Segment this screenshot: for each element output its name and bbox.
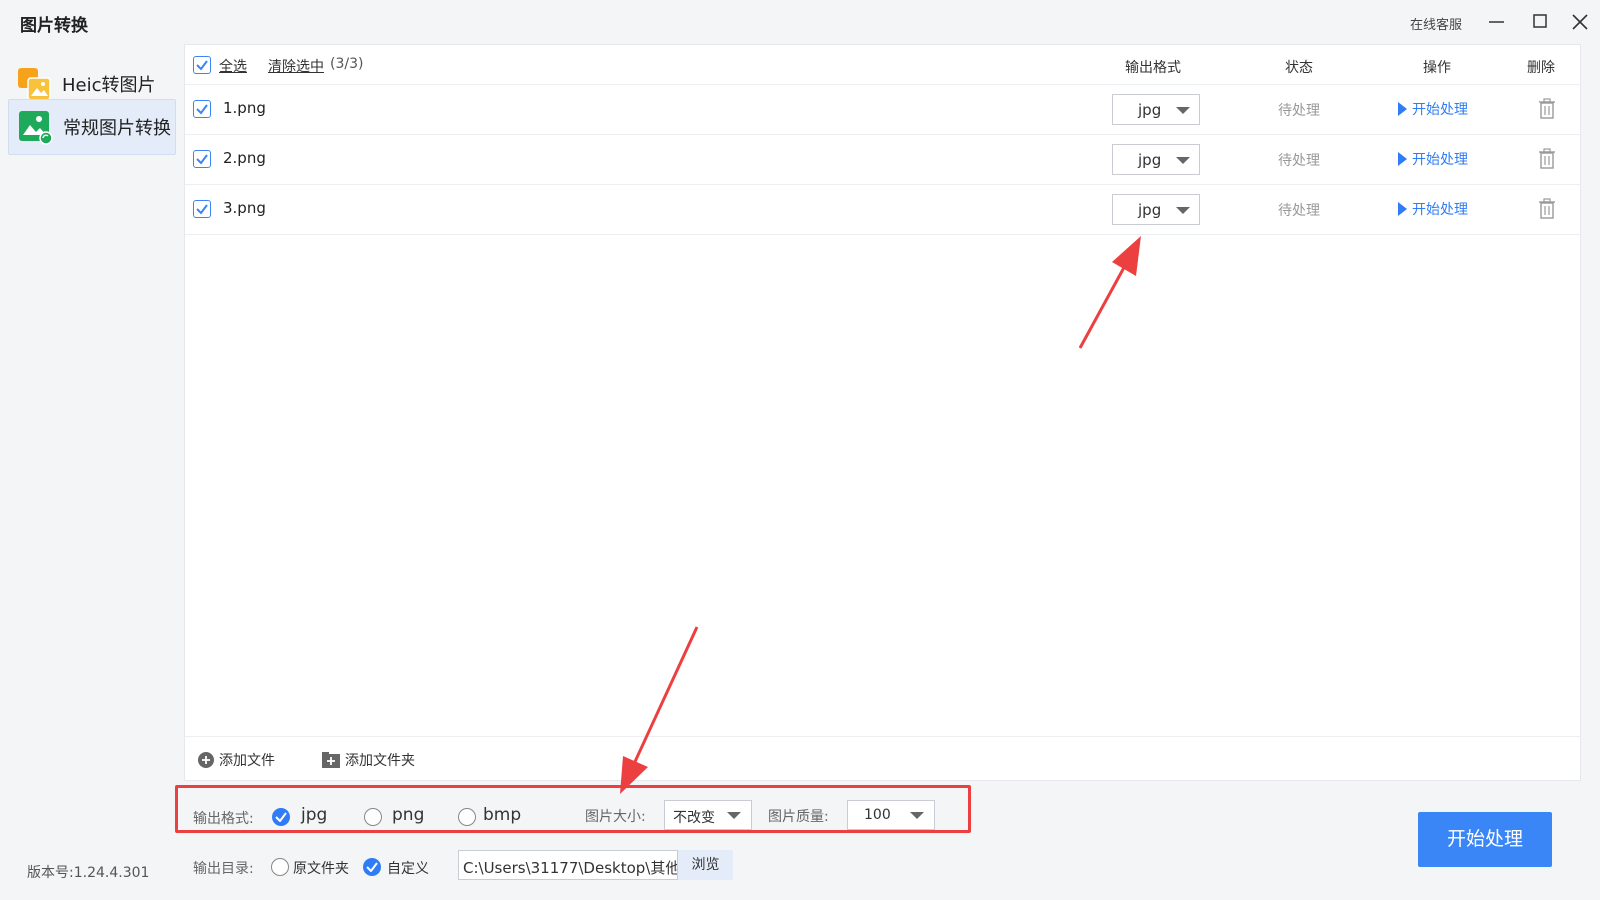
browse-button[interactable]: 浏览	[678, 850, 733, 880]
folder-plus-icon	[322, 752, 340, 768]
table-row: 2.png jpg 待处理 开始处理	[185, 135, 1580, 185]
start-process-link[interactable]: 开始处理	[1398, 199, 1468, 219]
column-operation: 操作	[1423, 60, 1451, 76]
status-text: 待处理	[1278, 153, 1320, 169]
format-value: jpg	[1138, 201, 1162, 219]
row-checkbox[interactable]	[193, 100, 211, 118]
file-name: 1.png	[223, 99, 266, 117]
row-checkbox[interactable]	[193, 150, 211, 168]
table-row: 1.png jpg 待处理 开始处理	[185, 85, 1580, 135]
app-title: 图片转换	[20, 16, 88, 36]
close-icon[interactable]	[1568, 10, 1592, 34]
trash-icon[interactable]	[1538, 148, 1556, 170]
dir-radio-custom[interactable]	[363, 858, 381, 876]
add-folder-label: 添加文件夹	[345, 753, 415, 769]
output-path-input[interactable]: C:\Users\31177\Desktop\其他	[458, 850, 678, 880]
column-output-format: 输出格式	[1125, 60, 1181, 76]
image-convert-icon	[17, 109, 53, 145]
table-header: 全选 清除选中 (3/3) 输出格式 状态 操作 删除	[185, 45, 1580, 85]
trash-icon[interactable]	[1538, 98, 1556, 120]
chevron-down-icon	[1176, 157, 1190, 164]
output-path-value: C:\Users\31177\Desktop\其他	[463, 859, 678, 877]
heic-image-icon	[16, 66, 52, 102]
format-value: jpg	[1138, 101, 1162, 119]
select-all-link[interactable]: 全选	[219, 56, 247, 76]
format-value: jpg	[1138, 151, 1162, 169]
title-bar: 图片转换 在线客服	[0, 0, 1600, 44]
dir-radio-label-original: 原文件夹	[293, 861, 349, 877]
clear-selection-link[interactable]: 清除选中	[268, 56, 324, 76]
sidebar-item-label: Heic转图片	[62, 75, 156, 96]
plus-circle-icon	[198, 752, 214, 768]
status-text: 待处理	[1278, 203, 1320, 219]
column-status: 状态	[1285, 60, 1313, 76]
format-dropdown[interactable]: jpg	[1112, 94, 1200, 125]
format-dropdown[interactable]: jpg	[1112, 144, 1200, 175]
chevron-down-icon	[1176, 107, 1190, 114]
maximize-icon[interactable]	[1528, 10, 1552, 34]
start-process-link[interactable]: 开始处理	[1398, 99, 1468, 119]
version-label: 版本号:1.24.4.301	[27, 865, 150, 881]
annotation-highlight-box	[175, 785, 971, 833]
online-support-link[interactable]: 在线客服	[1410, 14, 1462, 33]
format-dropdown[interactable]: jpg	[1112, 194, 1200, 225]
add-file-button[interactable]: 添加文件	[197, 750, 275, 770]
sidebar-item-regular-convert[interactable]: 常规图片转换	[8, 99, 176, 155]
chevron-down-icon	[1176, 207, 1190, 214]
status-text: 待处理	[1278, 103, 1320, 119]
sidebar: Heic转图片 常规图片转换	[0, 44, 183, 900]
trash-icon[interactable]	[1538, 198, 1556, 220]
file-list-panel: 全选 清除选中 (3/3) 输出格式 状态 操作 删除 1.png jpg 待处…	[184, 44, 1581, 781]
add-file-label: 添加文件	[219, 753, 275, 769]
start-process-label: 开始处理	[1412, 202, 1468, 218]
file-list-footer: 添加文件 添加文件夹	[185, 736, 1580, 780]
dir-radio-label-custom: 自定义	[387, 861, 429, 877]
column-delete: 删除	[1527, 60, 1555, 76]
start-process-link[interactable]: 开始处理	[1398, 149, 1468, 169]
sidebar-item-label: 常规图片转换	[63, 118, 171, 139]
add-folder-button[interactable]: 添加文件夹	[321, 750, 415, 770]
file-name: 3.png	[223, 199, 266, 217]
minimize-icon[interactable]	[1485, 10, 1509, 34]
play-icon	[1398, 202, 1407, 216]
dir-radio-original[interactable]	[271, 858, 289, 876]
select-all-checkbox[interactable]	[193, 56, 211, 74]
row-checkbox[interactable]	[193, 200, 211, 218]
start-processing-button[interactable]: 开始处理	[1418, 812, 1552, 867]
table-row: 3.png jpg 待处理 开始处理	[185, 185, 1580, 235]
start-process-label: 开始处理	[1412, 102, 1468, 118]
file-name: 2.png	[223, 149, 266, 167]
play-icon	[1398, 102, 1407, 116]
output-dir-label: 输出目录:	[193, 861, 254, 877]
play-icon	[1398, 152, 1407, 166]
selection-count: (3/3)	[330, 56, 364, 72]
start-process-label: 开始处理	[1412, 152, 1468, 168]
